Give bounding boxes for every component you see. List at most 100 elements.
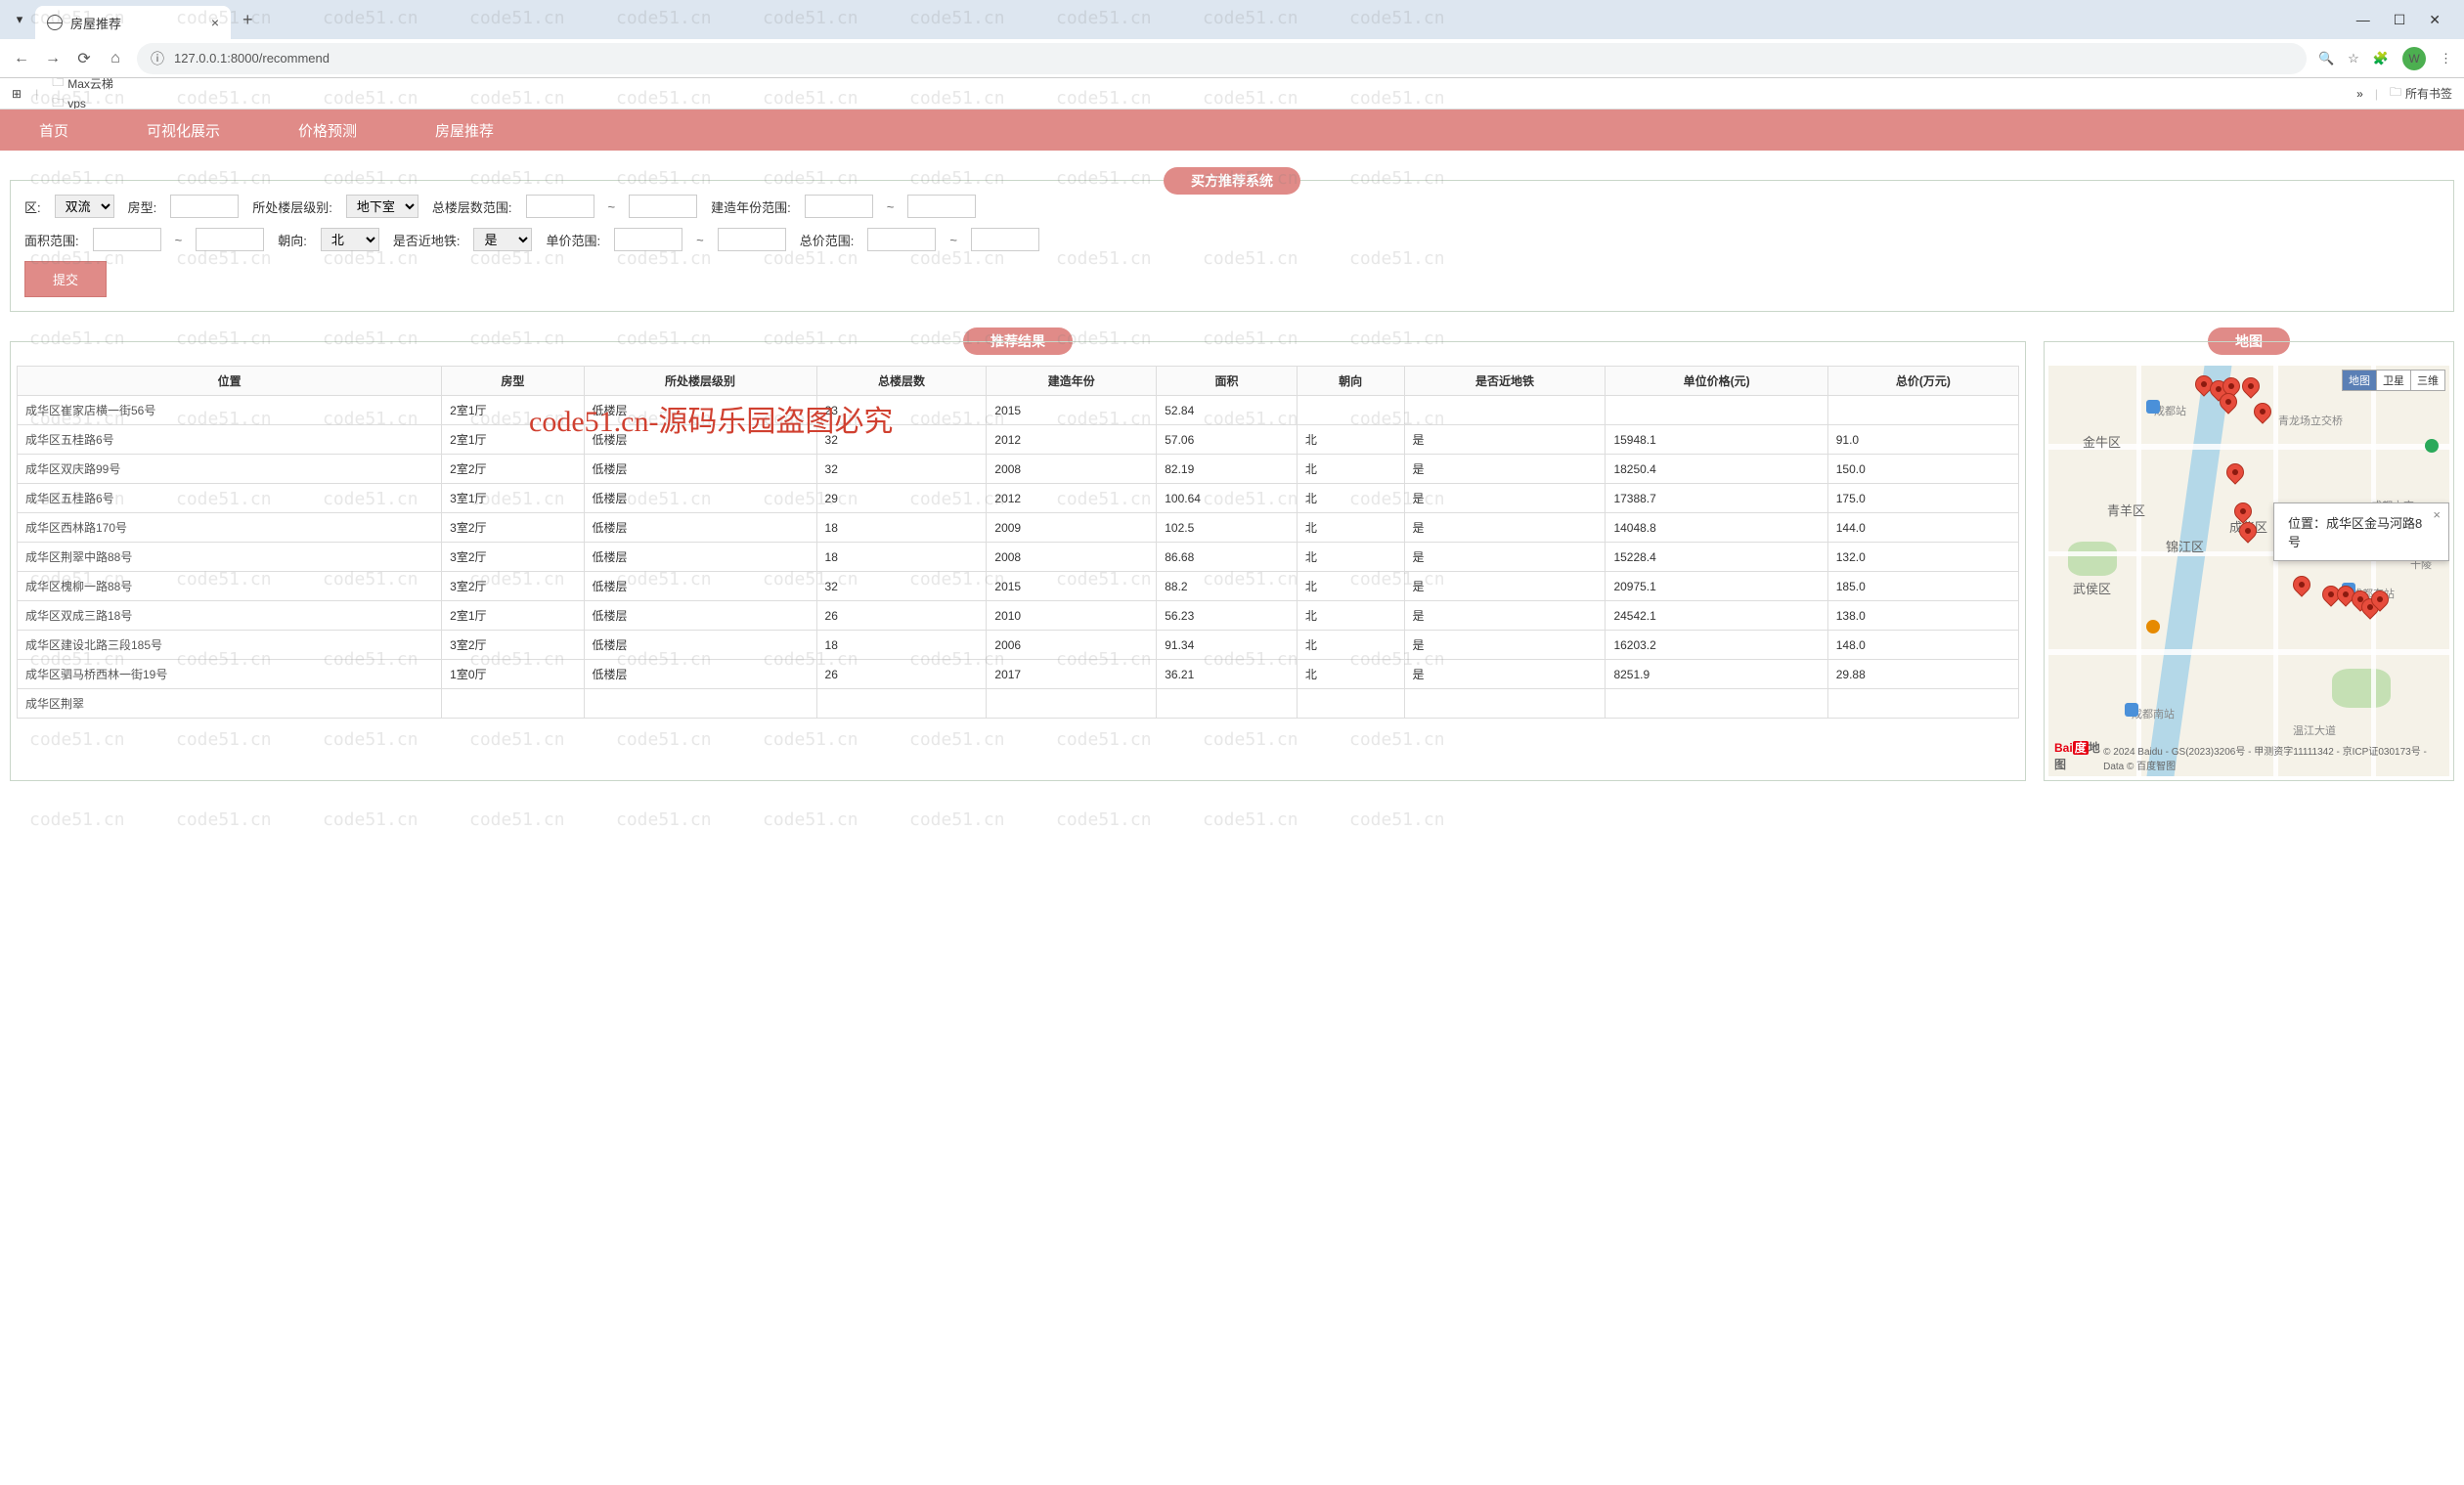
table-row[interactable]: 成华区槐柳一路88号3室2厅低楼层32201588.2北是20975.1185.… [18,572,2019,601]
filter-panel: 买方推荐系统 区: 双流 房型: 所处楼层级别: 地下室 总楼层数范围: ~ 建… [10,180,2454,312]
table-cell: 低楼层 [584,425,816,455]
map-type-map[interactable]: 地图 [2343,371,2376,390]
map-pin-icon[interactable] [2250,399,2274,423]
map-label: 青羊区 [2107,501,2145,519]
map-canvas[interactable]: 金牛区 青羊区 锦江区 武侯区 成华区 成都站 青龙场立交桥 成都东站 成都南站… [2048,366,2449,776]
map-label: 青龙场立交桥 [2278,413,2343,428]
nav-visualization[interactable]: 可视化展示 [108,120,259,141]
extensions-icon[interactable]: 🧩 [2373,51,2389,66]
table-cell: 91.0 [1827,425,2018,455]
url-input[interactable]: ⓘ 127.0.0.1:8000/recommend [137,43,2307,74]
table-row[interactable]: 成华区五桂路6号2室1厅低楼层32201257.06北是15948.191.0 [18,425,2019,455]
table-row[interactable]: 成华区双庆路99号2室2厅低楼层32200882.19北是18250.4150.… [18,455,2019,484]
total-floors-max[interactable] [629,195,697,218]
table-cell: 成华区建设北路三段185号 [18,631,442,660]
popup-close-icon[interactable]: × [2433,507,2441,522]
table-cell: 是 [1404,631,1606,660]
nav-recommend[interactable]: 房屋推荐 [396,120,533,141]
table-cell: 148.0 [1827,631,2018,660]
district-label: 区: [24,197,41,216]
home-button[interactable]: ⌂ [106,50,125,67]
forward-button[interactable]: → [43,50,63,67]
map-info-popup: × 位置：成华区金马河路8号 [2273,502,2449,561]
table-cell: 24542.1 [1606,601,1827,631]
table-row[interactable]: 成华区西林路170号3室2厅低楼层182009102.5北是14048.8144… [18,513,2019,543]
table-cell: 2012 [987,484,1157,513]
apps-icon[interactable]: ⊞ [12,87,22,101]
map-type-3d[interactable]: 三维 [2410,371,2444,390]
site-info-icon[interactable]: ⓘ [151,49,164,68]
table-cell: 成华区荆翠 [18,689,442,719]
results-scroll[interactable]: code51.cn-源码乐园盗图必究 位置房型所处楼层级别总楼层数建造年份面积朝… [10,341,2026,781]
total-price-label: 总价范围: [800,231,855,249]
table-cell: 32 [816,425,987,455]
direction-select[interactable]: 北 [321,228,379,251]
area-min[interactable] [93,228,161,251]
table-cell: 2室1厅 [442,425,584,455]
unit-price-max[interactable] [718,228,786,251]
total-floors-min[interactable] [526,195,594,218]
tab-list-dropdown[interactable]: ▾ [8,8,31,31]
browser-tab[interactable]: 房屋推荐 × [35,6,231,39]
area-max[interactable] [196,228,264,251]
table-cell [1297,689,1404,719]
bookmark-item[interactable]: 🗀Max云梯 [52,78,172,94]
table-row[interactable]: 成华区五桂路6号3室1厅低楼层292012100.64北是17388.7175.… [18,484,2019,513]
table-cell: 低楼层 [584,543,816,572]
submit-button[interactable]: 提交 [24,261,107,297]
table-row[interactable]: 成华区荆翠中路88号3室2厅低楼层18200886.68北是15228.4132… [18,543,2019,572]
table-cell: 北 [1297,601,1404,631]
table-row[interactable]: 成华区驷马桥西林一街19号1室0厅低楼层26201736.21北是8251.92… [18,660,2019,689]
table-cell: 2008 [987,455,1157,484]
table-cell: 北 [1297,660,1404,689]
table-row[interactable]: 成华区建设北路三段185号3室2厅低楼层18200691.34北是16203.2… [18,631,2019,660]
menu-icon[interactable]: ⋮ [2440,51,2452,66]
new-tab-button[interactable]: + [235,10,261,30]
table-cell: 2017 [987,660,1157,689]
floor-level-select[interactable]: 地下室 [346,195,418,218]
profile-avatar[interactable]: W [2402,47,2426,70]
browser-chrome: ▾ 房屋推荐 × + — ☐ ✕ ← → ⟳ ⌂ ⓘ 127.0.0.1:800… [0,0,2464,109]
table-cell [442,689,584,719]
table-header: 朝向 [1297,367,1404,396]
table-row[interactable]: 成华区荆翠 [18,689,2019,719]
map-pin-icon[interactable] [2238,373,2263,398]
total-price-min[interactable] [867,228,936,251]
nav-home[interactable]: 首页 [0,120,108,141]
back-button[interactable]: ← [12,50,31,67]
map-pin-icon[interactable] [2289,572,2313,596]
table-row[interactable]: 成华区崔家店横一街56号2室1厅低楼层23201552.84 [18,396,2019,425]
nav-price-predict[interactable]: 价格预测 [259,120,396,141]
map-pin-icon[interactable] [2222,459,2247,484]
table-cell: 低楼层 [584,455,816,484]
table-cell: 北 [1297,572,1404,601]
house-type-input[interactable] [170,195,239,218]
bookmark-star-icon[interactable]: ☆ [2348,51,2359,66]
close-window-button[interactable]: ✕ [2429,12,2441,28]
table-row[interactable]: 成华区双成三路18号2室1厅低楼层26201056.23北是24542.1138… [18,601,2019,631]
bookmark-item[interactable]: 🗀vps [52,94,172,110]
build-year-min[interactable] [805,195,873,218]
map-container: 金牛区 青羊区 锦江区 武侯区 成华区 成都站 青龙场立交桥 成都东站 成都南站… [2044,341,2454,781]
district-select[interactable]: 双流 [55,195,114,218]
table-cell: 32 [816,455,987,484]
table-cell: 36.21 [1157,660,1298,689]
table-cell: 91.34 [1157,631,1298,660]
bookmarks-overflow[interactable]: » [2356,87,2363,101]
table-cell [1297,396,1404,425]
build-year-max[interactable] [907,195,976,218]
near-metro-select[interactable]: 是 [473,228,532,251]
minimize-button[interactable]: — [2356,12,2370,28]
floor-level-label: 所处楼层级别: [252,197,332,216]
table-cell: 2012 [987,425,1157,455]
maximize-button[interactable]: ☐ [2394,12,2406,28]
total-price-max[interactable] [971,228,1039,251]
close-tab-icon[interactable]: × [211,15,219,30]
map-type-satellite[interactable]: 卫星 [2376,371,2410,390]
zoom-icon[interactable]: 🔍 [2318,51,2334,66]
all-bookmarks[interactable]: 🗀所有书签 [2390,83,2452,104]
unit-price-min[interactable] [614,228,682,251]
tab-title: 房屋推荐 [70,14,121,32]
unit-price-label: 单价范围: [546,231,600,249]
reload-button[interactable]: ⟳ [74,49,94,68]
